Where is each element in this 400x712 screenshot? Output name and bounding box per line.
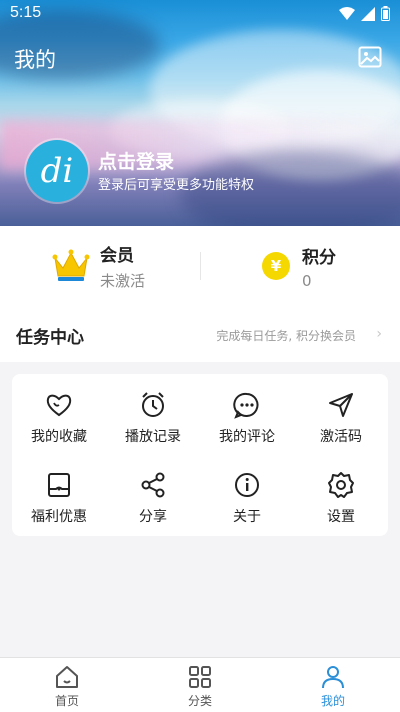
feature-benefits[interactable]: 福利优惠 bbox=[12, 458, 106, 534]
vip-status[interactable]: 会员 未激活 bbox=[52, 226, 145, 306]
coin-icon: ¥ bbox=[262, 252, 290, 280]
login-subtitle: 登录后可享受更多功能特权 bbox=[98, 178, 255, 193]
coupon-icon bbox=[48, 473, 70, 497]
battery-icon bbox=[381, 6, 390, 21]
profile-header: 5:15 我的 di 点击登录 登录后可享受更多功能特权 bbox=[0, 0, 400, 226]
wifi-icon bbox=[339, 6, 355, 20]
tab-home[interactable]: 首页 bbox=[0, 658, 134, 712]
feature-grid: 我的收藏 播放记录 我的评论 激活码 福利优惠 分享 关于 设置 bbox=[12, 374, 388, 536]
avatar-logo-text: di bbox=[40, 151, 74, 191]
task-center-hint: 完成每日任务, 积分换会员 bbox=[216, 329, 356, 343]
bottom-tab-bar: 首页 分类 我的 bbox=[0, 657, 400, 712]
chevron-right-icon: › bbox=[376, 326, 382, 342]
image-icon[interactable] bbox=[358, 46, 382, 68]
feature-label: 我的评论 bbox=[219, 429, 275, 445]
points-status[interactable]: ¥ 积分 0 bbox=[262, 226, 336, 306]
feature-favorites[interactable]: 我的收藏 bbox=[12, 378, 106, 454]
feature-history[interactable]: 播放记录 bbox=[106, 378, 200, 454]
vip-value: 未激活 bbox=[100, 272, 146, 290]
points-value: 0 bbox=[302, 271, 312, 290]
tab-label: 分类 bbox=[187, 694, 212, 708]
status-bar: 5:15 bbox=[0, 0, 400, 28]
heart-icon bbox=[46, 394, 72, 417]
feature-activation-code[interactable]: 激活码 bbox=[294, 378, 388, 454]
feature-label: 设置 bbox=[327, 509, 355, 525]
task-center-row[interactable]: 任务中心 完成每日任务, 积分换会员 › bbox=[0, 306, 400, 362]
feature-share[interactable]: 分享 bbox=[106, 458, 200, 534]
feature-label: 分享 bbox=[139, 509, 167, 525]
grid-icon bbox=[189, 666, 211, 688]
info-icon bbox=[235, 473, 259, 497]
points-label: 积分 bbox=[302, 247, 336, 268]
send-icon bbox=[329, 393, 353, 417]
login-title[interactable]: 点击登录 bbox=[98, 147, 174, 174]
status-time: 5:15 bbox=[10, 4, 42, 21]
feature-comments[interactable]: 我的评论 bbox=[200, 378, 294, 454]
feature-about[interactable]: 关于 bbox=[200, 458, 294, 534]
feature-settings[interactable]: 设置 bbox=[294, 458, 388, 534]
task-center-title: 任务中心 bbox=[16, 328, 84, 348]
feature-label: 我的收藏 bbox=[31, 429, 87, 445]
home-icon bbox=[56, 666, 78, 688]
divider bbox=[200, 252, 201, 280]
page-title: 我的 bbox=[14, 48, 56, 72]
feature-label: 激活码 bbox=[320, 429, 362, 445]
user-icon bbox=[322, 666, 344, 689]
alarm-clock-icon bbox=[142, 392, 164, 417]
vip-label: 会员 bbox=[100, 246, 134, 266]
crown-icon bbox=[52, 249, 90, 281]
tab-category[interactable]: 分类 bbox=[133, 658, 267, 712]
comment-icon bbox=[233, 392, 259, 419]
feature-label: 福利优惠 bbox=[31, 509, 87, 525]
signal-icon bbox=[361, 6, 375, 21]
tab-mine[interactable]: 我的 bbox=[266, 658, 400, 712]
avatar[interactable]: di bbox=[26, 140, 88, 202]
coin-symbol: ¥ bbox=[270, 257, 282, 275]
feature-label: 播放记录 bbox=[125, 429, 181, 445]
share-icon bbox=[141, 472, 165, 498]
membership-points-bar: 会员 未激活 ¥ 积分 0 bbox=[0, 226, 400, 306]
feature-label: 关于 bbox=[233, 509, 261, 525]
tab-label: 我的 bbox=[320, 694, 345, 708]
tab-label: 首页 bbox=[54, 694, 79, 708]
settings-icon bbox=[328, 472, 354, 498]
